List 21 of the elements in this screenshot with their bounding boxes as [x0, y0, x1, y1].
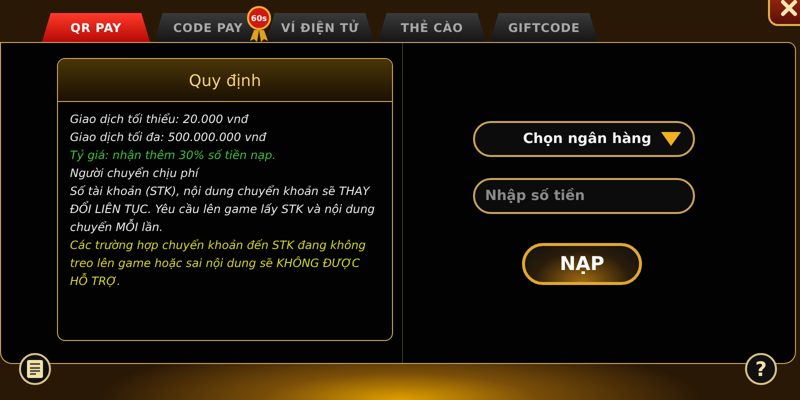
tab[interactable]: GIFTCODE [490, 13, 598, 42]
ribbon-icon [250, 30, 268, 42]
rule-text: Các trường hợp chuyển khoản đến STK đang không treo lên game hoặc sai nội dung sẽ KHÔNG ĐƯỢC HỖ TRỢ. [70, 237, 367, 290]
rule-text: Tỷ giá: nhận thêm 30% số tiền nạp. [70, 147, 277, 164]
rule-text: Giao dịch tối thiểu: 20.000 vnđ [70, 111, 250, 128]
submit-button[interactable]: NẠP [522, 243, 642, 285]
amount-field[interactable]: Nhập số tiền [473, 178, 695, 214]
rules-title: Quy định [58, 59, 392, 102]
tab[interactable]: THẺ CÀO [378, 13, 486, 42]
tab[interactable]: VÍ ĐIỆN TỬ [266, 13, 374, 42]
rule-text: Số tài khoản (STK), nội dung chuyển khoản sẽ THAY ĐỔI LIÊN TỤC. Yêu cầu lên game lấy STK và nội dung chuyển MỖI lần. [70, 183, 376, 236]
timer-badge: 60s [247, 6, 271, 30]
document-button[interactable] [19, 353, 51, 385]
rule-text: Giao dịch tối đa: 500.000.000 vnđ [70, 129, 268, 146]
bank-dropdown[interactable]: Chọn ngân hàng [473, 121, 695, 157]
rule-text: Người chuyển chịu phí [70, 165, 200, 182]
help-button[interactable]: ? [745, 353, 777, 385]
caret-icon [661, 132, 681, 146]
tab[interactable]: QR PAY [42, 13, 150, 42]
document-icon [27, 360, 43, 378]
close-icon [780, 0, 798, 17]
